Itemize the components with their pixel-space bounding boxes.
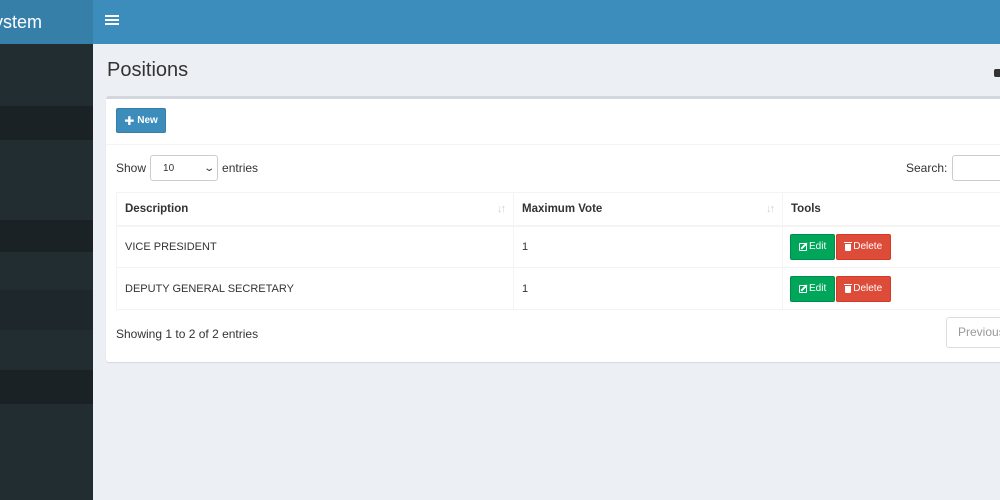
search-input[interactable] [952, 155, 1000, 181]
edit-icon [799, 242, 807, 251]
search-control: Search: [906, 155, 1000, 181]
sort-icon: ↓↑ [497, 203, 506, 215]
description-cell: VICE PRESIDENT [116, 225, 514, 268]
max-vote-cell: 1 [513, 225, 783, 268]
app-logo-text: ystem [0, 12, 43, 32]
sidebar-item[interactable] [0, 290, 93, 330]
table-info: Showing 1 to 2 of 2 entries [116, 327, 259, 341]
sort-icon: ↓↑ [766, 203, 775, 215]
previous-page-button[interactable]: Previous [946, 317, 1000, 348]
edit-button[interactable]: Edit [790, 275, 836, 302]
edit-button[interactable]: Edit [790, 233, 836, 260]
table-header-row: Description ↓↑ Maximum Vote ↓↑ Tools [116, 192, 1000, 227]
column-header-label: Maximum Vote [522, 202, 603, 215]
column-header-description[interactable]: Description ↓↑ [116, 192, 514, 227]
new-button[interactable]: ✚ New [116, 108, 166, 133]
chevron-down-icon: ⌄ [202, 162, 215, 174]
box-header: ✚ New [106, 99, 1000, 145]
sidebar-item[interactable] [0, 332, 93, 368]
delete-button-label: Delete [853, 241, 883, 253]
new-button-label: New [137, 115, 158, 126]
delete-button[interactable]: Delete [836, 275, 892, 302]
edit-button-label: Edit [809, 283, 827, 294]
plus-icon: ✚ [124, 113, 135, 128]
edit-icon [799, 284, 807, 293]
main-content: Positions ✚ New Show 10 ⌄ entries Search… [93, 44, 1000, 500]
search-label: Search: [906, 161, 948, 175]
delete-button[interactable]: Delete [836, 233, 892, 260]
page-length-value: 10 [163, 162, 175, 174]
tools-cell: Edit Delete [782, 267, 1000, 310]
positions-box: ✚ New Show 10 ⌄ entries Search: Descript… [106, 96, 1000, 362]
sidebar: ystem [0, 0, 93, 500]
max-vote-cell: 1 [513, 267, 783, 310]
trash-icon [844, 284, 853, 293]
sidebar-menu-group[interactable] [0, 140, 93, 220]
table-row: DEPUTY GENERAL SECRETARY 1 Edit Delete [116, 267, 1000, 310]
sidebar-item[interactable] [0, 252, 93, 288]
tools-cell: Edit Delete [782, 225, 1000, 268]
top-navbar [93, 0, 1000, 44]
column-header-maximum-vote[interactable]: Maximum Vote ↓↑ [513, 192, 783, 227]
sidebar-header [0, 370, 93, 404]
column-header-tools: Tools [782, 192, 1000, 227]
sidebar-header [0, 220, 93, 252]
column-header-label: Tools [791, 202, 821, 215]
table-row: VICE PRESIDENT 1 Edit Delete [116, 225, 1000, 268]
sidebar-user-panel [0, 44, 93, 106]
show-label: Show [116, 161, 147, 175]
dashboard-icon[interactable] [994, 69, 1000, 77]
description-cell: DEPUTY GENERAL SECRETARY [116, 267, 514, 310]
page-length-select[interactable]: 10 ⌄ [150, 155, 219, 181]
hamburger-icon[interactable] [105, 13, 119, 31]
positions-table: Description ↓↑ Maximum Vote ↓↑ Tools VIC… [116, 192, 1000, 310]
sidebar-header [0, 106, 93, 140]
app-logo[interactable]: ystem [0, 0, 93, 44]
delete-button-label: Delete [853, 283, 883, 294]
page-title: Positions [107, 59, 189, 81]
page-length-control: Show 10 ⌄ entries [116, 155, 258, 181]
trash-icon [844, 242, 853, 252]
edit-button-label: Edit [809, 241, 827, 253]
column-header-label: Description [125, 202, 189, 215]
entries-label: entries [222, 161, 259, 175]
